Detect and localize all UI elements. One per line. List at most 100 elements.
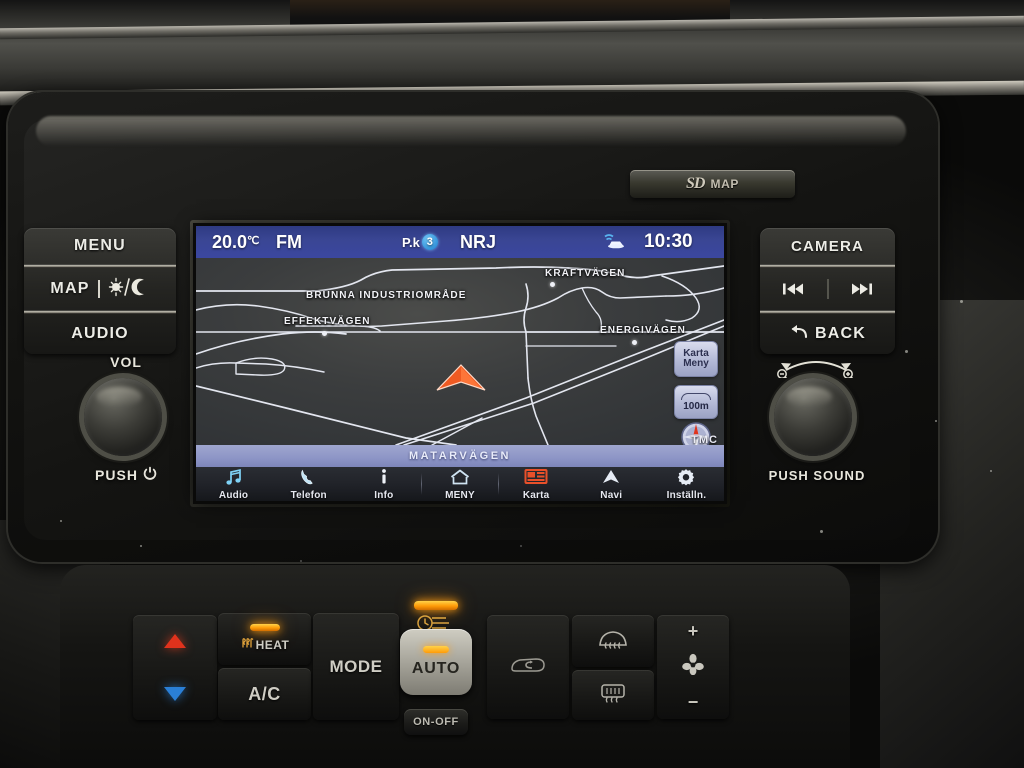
back-button[interactable]: BACK [760,314,895,354]
map-street-label: BRUNNA INDUSTRIOMRÅDE [306,290,467,301]
scale-bar-graphic [681,392,711,400]
rear-defrost-button[interactable] [572,670,654,720]
nav-item-telefon[interactable]: Telefon [271,467,346,501]
nav-item-audio[interactable]: Audio [196,467,271,501]
fan-speed-block[interactable]: + − [657,615,729,719]
heat-label: HEAT [255,638,290,652]
nav-item-karta[interactable]: Karta [499,467,574,501]
next-track-icon [851,283,872,295]
map-button-label: MAP [50,280,90,297]
menu-button[interactable]: MENU [24,228,176,264]
map-button[interactable]: MAP [24,268,176,310]
audio-button[interactable]: AUDIO [24,314,176,354]
dust-speck [960,300,963,303]
current-street-name: MATARVÄGEN [409,450,511,462]
ac-label: A/C [248,683,281,704]
karta-meny-line2: Meny [683,358,709,369]
auto-climate-button[interactable]: AUTO [400,629,472,695]
nav-item-installn[interactable]: Inställn. [649,467,724,501]
button-tick [97,280,100,298]
temperature-up-button[interactable] [164,634,186,649]
dust-speck [935,420,937,422]
map-street-label: EFFEKTVÄGEN [284,316,371,327]
sun-moon-icon [108,277,150,302]
volume-knob-bottom-label: PUSH [72,466,180,483]
fan-icon [681,653,705,680]
front-defrost-icon [596,627,630,656]
nav-item-meny[interactable]: MENY [422,467,497,501]
volume-knob-group[interactable]: VOL PUSH [72,354,180,483]
zoom-in-icon [843,369,855,381]
phone-icon [299,468,319,491]
fan-increase-button[interactable]: + [688,621,699,642]
recirculation-button[interactable] [487,615,569,719]
nav-label-karta: Karta [522,489,550,501]
karta-meny-button[interactable]: Karta Meny [674,341,718,377]
climate-onoff-button[interactable]: ON-OFF [404,709,468,735]
next-track-button[interactable] [829,282,896,296]
map-scale-indicator[interactable]: 100m [674,385,718,419]
sd-logo: SD [686,175,705,192]
camera-button-label: CAMERA [790,237,865,255]
radio-station-name: NRJ [460,231,497,252]
left-button-stack[interactable]: MENU MAP AUDIO [24,228,176,354]
menu-button-label: MENU [74,237,126,254]
zoom-out-icon [777,369,789,381]
music-note-icon [224,468,244,491]
power-icon [143,466,157,483]
mode-label: MODE [329,656,383,676]
map-street-label: ENERGIVÄGEN [600,325,687,336]
preset-number: 3 [421,234,438,250]
nav-label-telefon: Telefon [290,489,327,501]
nav-label-info: Info [374,489,394,501]
temperature-down-button[interactable] [164,686,186,701]
dust-speck [990,470,992,472]
nav-item-navi[interactable]: Navi [574,467,649,501]
audio-button-label: AUDIO [71,325,129,342]
heat-button[interactable]: HEAT [218,613,311,665]
nav-label-installn: Inställn. [666,489,707,501]
nav-item-info[interactable]: Info [346,467,421,501]
map-view[interactable]: BRUNNA INDUSTRIOMRÅDE KRAFTVÄGEN EFFEKTV… [196,258,724,445]
heat-indicator-led [249,624,280,631]
rear-defrost-icon [597,681,629,710]
map-node [550,282,555,287]
sd-map-card-slot[interactable]: SD MAP [630,170,795,198]
map-street-label: KRAFTVÄGEN [545,268,626,279]
nav-label-audio: Audio [218,489,249,501]
navigation-arrow-icon [601,468,621,491]
prev-track-button[interactable] [760,282,827,296]
temperature-buttons-block[interactable] [133,615,217,720]
map-icon [524,468,548,491]
screen-nav-bar[interactable]: Audio Telefon Info MENY Karta Navi Instä… [196,467,724,501]
tune-knob-group[interactable]: PUSH SOUND [762,361,872,483]
ac-button[interactable]: A/C [218,668,311,720]
front-defrost-button[interactable] [572,615,654,667]
radio-band-label: FM [276,231,302,252]
temperature-value: 20.0 [212,231,248,252]
camera-button[interactable]: CAMERA [760,228,895,264]
auto-label: AUTO [411,660,461,677]
tune-knob-bottom-label: PUSH SOUND [768,468,866,483]
connected-car-icon [603,232,629,255]
clock: 10:30 [644,231,693,252]
infotainment-screen[interactable]: 20.0℃ FM P.k 3 NRJ 10:30 BRUNNA INDUSTRI… [196,226,724,501]
dust-speck [300,560,302,562]
mode-button[interactable]: MODE [313,613,399,720]
track-button-row[interactable] [760,268,895,310]
radio-preset-indicator: P.k 3 [402,234,438,250]
right-button-stack[interactable]: CAMERA BACK [760,228,895,354]
fan-decrease-button[interactable]: − [688,692,699,713]
dust-speck [140,545,142,547]
back-arrow-icon [789,323,809,346]
outside-temperature: 20.0℃ [212,232,259,253]
push-label: PUSH [95,466,138,483]
preset-label: P.k [402,234,420,250]
air-recirculation-icon [508,654,548,681]
seat-heater-icon [240,636,254,654]
volume-knob[interactable] [84,378,162,456]
onoff-label: ON-OFF [413,716,459,728]
status-bar: 20.0℃ FM P.k 3 NRJ 10:30 [196,226,724,258]
nav-label-meny: MENY [445,489,475,501]
tune-sound-knob[interactable] [774,378,852,456]
